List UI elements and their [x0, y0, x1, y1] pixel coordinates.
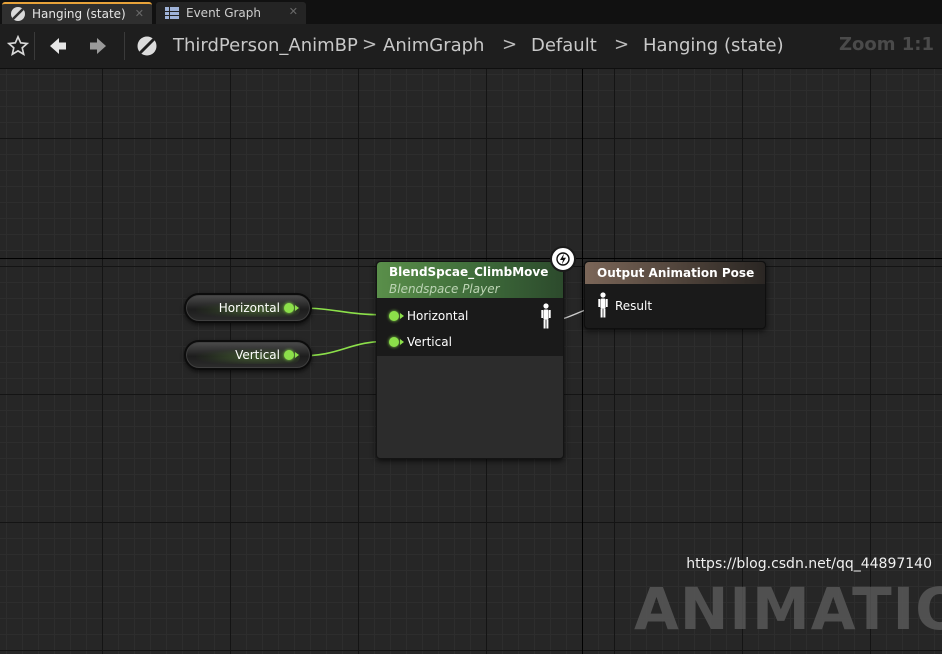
node-header: Output Animation Pose	[585, 262, 765, 284]
close-icon[interactable]: ✕	[135, 7, 144, 20]
output-pin-icon[interactable]	[284, 303, 299, 313]
node-title: BlendSpcae_ClimbMove	[389, 265, 549, 279]
breadcrumb-item-default[interactable]: Default	[531, 35, 597, 56]
node-pin-area: Horizontal Vertical	[377, 298, 563, 356]
chevron-right-icon: >	[362, 34, 378, 55]
tab-label: Hanging (state)	[32, 7, 126, 21]
node-header: BlendSpcae_ClimbMove Blendspace Player	[377, 262, 563, 298]
pose-icon[interactable]	[541, 303, 551, 333]
output-pin-icon[interactable]	[284, 350, 299, 360]
forward-arrow-icon[interactable]	[84, 32, 112, 60]
chevron-right-icon: >	[502, 34, 518, 55]
document-tab-bar: Hanging (state) ✕ Event Graph ✕	[0, 0, 942, 24]
input-pin-icon[interactable]	[389, 337, 404, 347]
source-url-watermark: https://blog.csdn.net/qq_44897140	[686, 556, 932, 572]
graph-navigation-bar: ThirdPerson_AnimBP > AnimGraph > Default…	[0, 24, 942, 69]
toolbar-divider	[34, 32, 35, 60]
toolbar-divider	[124, 32, 125, 60]
breadcrumb-item-anim-bp[interactable]: ThirdPerson_AnimBP	[173, 35, 358, 56]
node-title: Output Animation Pose	[597, 266, 755, 280]
breadcrumb-item-animgraph[interactable]: AnimGraph	[383, 35, 484, 56]
node-subtitle: Blendspace Player	[389, 282, 500, 296]
fast-path-lightning-icon	[550, 246, 576, 272]
tab-hanging-state[interactable]: Hanging (state) ✕	[2, 2, 152, 24]
star-icon[interactable]	[4, 32, 32, 60]
state-icon	[10, 6, 26, 22]
graph-icon	[164, 5, 180, 21]
breadcrumb-item-hanging-state[interactable]: Hanging (state)	[643, 35, 784, 56]
variable-node-vertical[interactable]: Vertical	[184, 340, 312, 370]
close-icon[interactable]: ✕	[289, 5, 298, 18]
pose-icon[interactable]	[598, 292, 608, 322]
zoom-level: Zoom 1:1	[838, 34, 934, 55]
blendspace-player-node[interactable]: BlendSpcae_ClimbMove Blendspace Player H…	[376, 261, 564, 459]
output-animation-pose-node[interactable]: Output Animation Pose Result	[584, 261, 766, 329]
input-pin-icon[interactable]	[389, 311, 404, 321]
variable-label: Vertical	[235, 348, 280, 362]
input-pin-label: Result	[615, 299, 653, 313]
input-pin-label: Vertical	[407, 335, 452, 349]
tab-label: Event Graph	[186, 6, 261, 20]
anim-blueprint-icon	[133, 32, 161, 60]
variable-label: Horizontal	[218, 301, 280, 315]
chevron-right-icon: >	[614, 34, 630, 55]
variable-node-horizontal[interactable]: Horizontal	[184, 293, 312, 323]
back-arrow-icon[interactable]	[44, 32, 72, 60]
input-pin-label: Horizontal	[407, 309, 469, 323]
node-preview-area	[377, 356, 563, 458]
graph-type-watermark: ANIMATION	[634, 575, 942, 643]
tab-event-graph[interactable]: Event Graph ✕	[156, 2, 306, 24]
